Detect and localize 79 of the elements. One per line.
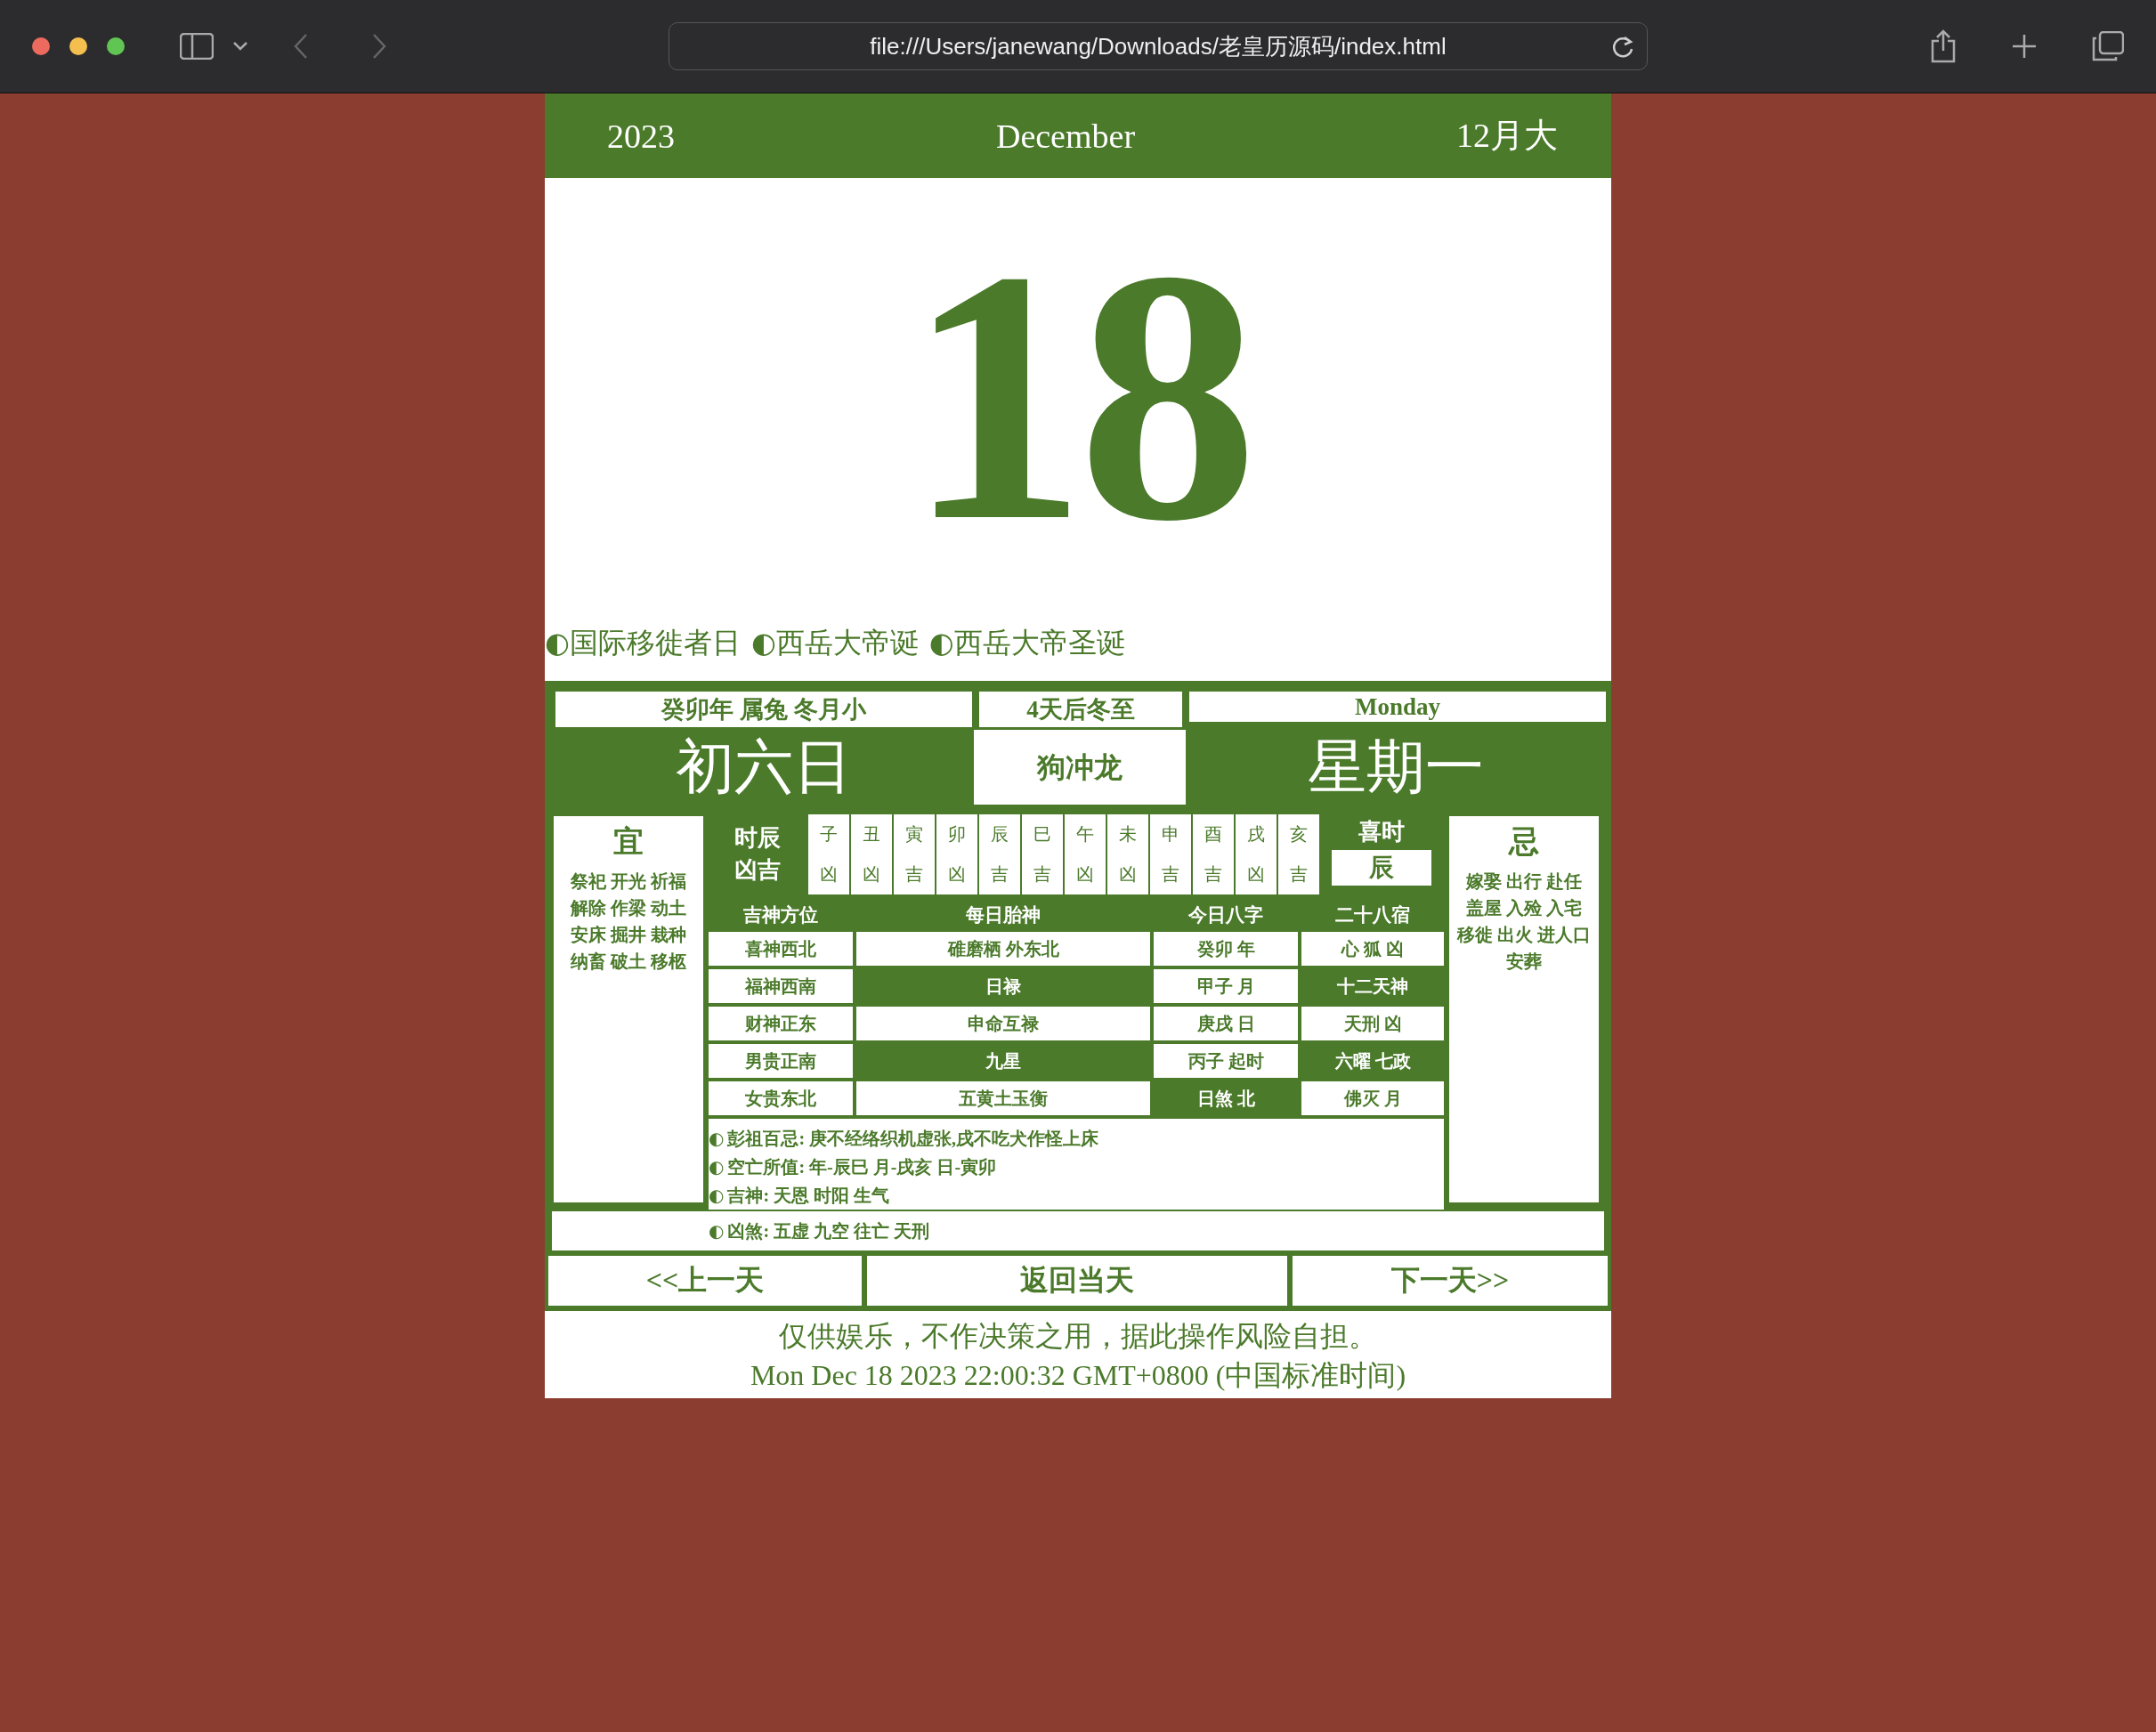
table-cell: 佛灭 月 bbox=[1301, 1081, 1444, 1115]
avoid-items: 移徙 出火 进人口 bbox=[1455, 924, 1592, 946]
share-icon[interactable] bbox=[1930, 29, 1957, 63]
month-label: December bbox=[995, 116, 1136, 156]
table-cell: 心 狐 凶 bbox=[1301, 932, 1444, 966]
timestamp-text: Mon Dec 18 2023 22:00:32 GMT+0800 (中国标准时间) bbox=[749, 1358, 1407, 1393]
nav-button[interactable]: <<上一天 bbox=[548, 1256, 862, 1306]
hour-cell: 丑 凶 bbox=[849, 814, 892, 894]
avoid-items: 嫁娶 出行 赴任 bbox=[1464, 870, 1583, 893]
lunar-year-label: 癸卯年 属兔 冬月小 bbox=[555, 692, 972, 727]
lunar-month-label: 12月大 bbox=[1456, 116, 1558, 156]
suitable-items: 纳畜 破土 移柩 bbox=[569, 951, 687, 973]
column-header: 吉神方位 bbox=[742, 903, 819, 927]
table-cell: 癸卯 年 bbox=[1154, 932, 1298, 966]
table-cell: 五黄土玉衡 bbox=[856, 1081, 1150, 1115]
avoid-items: 安葬 bbox=[1505, 951, 1543, 973]
table-cell: 男贵正南 bbox=[709, 1044, 853, 1078]
hour-cell: 申 吉 bbox=[1148, 814, 1191, 894]
chevron-down-icon[interactable] bbox=[233, 42, 247, 51]
hour-cell: 未 凶 bbox=[1106, 814, 1148, 894]
festival-label: ◐西岳大帝诞 bbox=[750, 625, 919, 661]
table-cell: 碓磨栖 外东北 bbox=[856, 932, 1150, 966]
minimize-window-icon[interactable] bbox=[69, 37, 87, 55]
almanac-note: ◐ 空亡所值: 年-辰巳 月-戌亥 日-寅卯 bbox=[709, 1155, 998, 1179]
year-label: 2023 bbox=[607, 116, 675, 156]
festival-label: ◐西岳大帝圣诞 bbox=[928, 625, 1125, 661]
new-tab-icon[interactable] bbox=[2012, 34, 2037, 59]
hour-cell: 戌 凶 bbox=[1234, 814, 1277, 894]
nav-button[interactable]: 下一天>> bbox=[1293, 1256, 1608, 1306]
hour-cell: 巳 吉 bbox=[1020, 814, 1063, 894]
suitable-items: 祭祀 开光 祈福 bbox=[570, 870, 687, 893]
hour-cell: 子 凶 bbox=[806, 814, 849, 894]
weekday-label: 星期一 bbox=[1307, 733, 1485, 801]
table-cell: 庚戌 日 bbox=[1154, 1007, 1298, 1040]
almanac-note: ◐ 彭祖百忌: 庚不经络织机虚张,戌不吃犬作怪上床 bbox=[709, 1127, 1100, 1151]
table-cell: 女贵东北 bbox=[709, 1081, 853, 1115]
hour-label: 时辰 bbox=[734, 824, 781, 853]
hour-cell: 亥 吉 bbox=[1277, 814, 1319, 894]
hour-cell: 卯 凶 bbox=[935, 814, 977, 894]
lunar-day-label: 初六日 bbox=[675, 733, 853, 801]
close-window-icon[interactable] bbox=[32, 37, 50, 55]
sidebar-icon[interactable] bbox=[180, 33, 214, 60]
almanac-note: ◐ 凶煞: 五虚 九空 往亡 天刑 bbox=[709, 1219, 930, 1243]
suitable-items: 解除 作梁 动土 bbox=[569, 897, 687, 919]
column-header: 二十八宿 bbox=[1334, 903, 1411, 927]
table-cell: 申命互禄 bbox=[856, 1007, 1150, 1040]
column-header: 今日八字 bbox=[1187, 903, 1264, 927]
hour-cell: 寅 吉 bbox=[892, 814, 935, 894]
forward-icon[interactable] bbox=[372, 34, 386, 59]
lucky-hour-title: 喜时 bbox=[1358, 818, 1405, 846]
solar-term-label: 4天后冬至 bbox=[979, 692, 1182, 727]
reload-icon[interactable] bbox=[1611, 35, 1634, 60]
lucky-hour-value: 辰 bbox=[1332, 850, 1431, 886]
nav-button[interactable]: 返回当天 bbox=[867, 1256, 1287, 1306]
day-number: 18 bbox=[906, 215, 1250, 576]
hour-cell: 辰 吉 bbox=[977, 814, 1020, 894]
table-cell: 喜神西北 bbox=[709, 932, 853, 966]
address-bar[interactable]: file:///Users/janewang/Downloads/老皇历源码/index.html bbox=[669, 22, 1648, 70]
suitable-title: 宜 bbox=[612, 824, 644, 860]
suitable-items: 安床 掘井 栽种 bbox=[570, 924, 687, 946]
table-cell: 福神西南 bbox=[709, 969, 853, 1003]
disclaimer-text: 仅供娱乐，不作决策之用，据此操作风险自担。 bbox=[778, 1319, 1378, 1354]
hour-cell: 酉 吉 bbox=[1191, 814, 1234, 894]
back-icon[interactable] bbox=[294, 34, 308, 59]
almanac-note: ◐ 吉神: 天恩 时阳 生气 bbox=[709, 1184, 891, 1208]
avoid-title: 忌 bbox=[1507, 824, 1540, 860]
hour-cell: 午 凶 bbox=[1063, 814, 1106, 894]
weekday-english-label: Monday bbox=[1189, 692, 1606, 722]
table-cell: 财神正东 bbox=[709, 1007, 853, 1040]
table-cell: 天刑 凶 bbox=[1301, 1007, 1444, 1040]
maximize-window-icon[interactable] bbox=[107, 37, 125, 55]
column-header: 每日胎神 bbox=[965, 903, 1042, 927]
table-cell: 丙子 起时 bbox=[1154, 1044, 1298, 1078]
fortune-label: 凶吉 bbox=[734, 856, 781, 885]
tabs-overview-icon[interactable] bbox=[2092, 31, 2124, 61]
festival-label: ◐国际移徙者日 bbox=[545, 625, 741, 661]
clash-label: 狗冲龙 bbox=[974, 730, 1186, 805]
table-cell: 甲子 月 bbox=[1154, 969, 1298, 1003]
avoid-items: 盖屋 入殓 入宅 bbox=[1465, 897, 1583, 919]
